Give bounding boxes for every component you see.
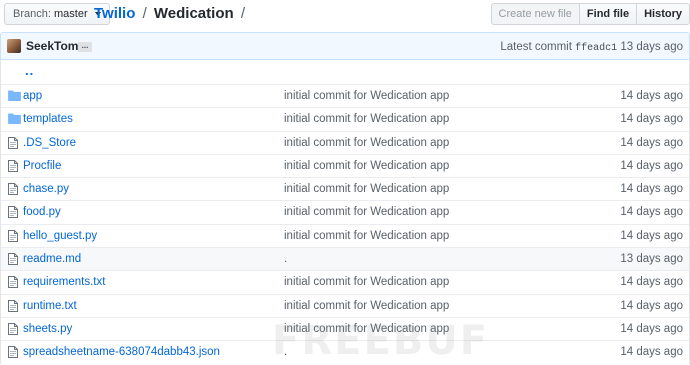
- file-age: 14 days ago: [620, 183, 683, 196]
- file-name-link[interactable]: food.py: [23, 205, 61, 219]
- file-icon: [8, 299, 20, 312]
- folder-icon: [8, 90, 21, 102]
- commit-tease: SeekTom . ... Latest commit ffeadc1 13 d…: [0, 32, 690, 60]
- breadcrumb: Twilio / Wedication /: [94, 4, 248, 24]
- breadcrumb-current-dir: Wedication: [153, 5, 234, 22]
- file-icon: [8, 346, 20, 359]
- file-row[interactable]: sheets.py initial commit for Wedication a…: [1, 316, 689, 340]
- file-age: 14 days ago: [620, 229, 683, 242]
- commit-message-link[interactable]: initial commit for Wedication app: [284, 299, 449, 313]
- file-name-link[interactable]: requirements.txt: [23, 275, 105, 289]
- file-age: 14 days ago: [620, 113, 683, 126]
- file-name-link[interactable]: templates: [23, 112, 73, 126]
- parent-directory-link[interactable]: ..: [25, 63, 34, 78]
- file-age: 14 days ago: [620, 276, 683, 289]
- file-name-link[interactable]: chase.py: [23, 182, 69, 196]
- create-new-file-button[interactable]: Create new file: [490, 3, 580, 25]
- branch-name: master: [53, 8, 88, 20]
- breadcrumb-trailing-separator: /: [240, 5, 245, 22]
- file-row[interactable]: hello_guest.py initial commit for Wedicat…: [1, 223, 689, 247]
- file-age: 14 days ago: [620, 299, 683, 312]
- file-name-link[interactable]: app: [23, 89, 42, 103]
- file-icon: [8, 253, 20, 266]
- file-age: 13 days ago: [620, 253, 683, 266]
- file-icon: [8, 183, 20, 196]
- file-icon: [8, 136, 20, 149]
- file-row[interactable]: Procfile initial commit for Wedication ap…: [1, 153, 689, 177]
- commit-message-link[interactable]: initial commit for Wedication app: [284, 205, 449, 219]
- file-name-link[interactable]: .DS_Store: [23, 136, 76, 150]
- file-age: 14 days ago: [620, 90, 683, 102]
- file-name-link[interactable]: readme.md: [23, 252, 81, 266]
- latest-commit-label: Latest commit: [500, 41, 572, 53]
- file-name-link[interactable]: Procfile: [23, 159, 61, 173]
- file-row[interactable]: .DS_Store initial commit for Wedication a…: [1, 130, 689, 154]
- avatar[interactable]: [7, 39, 21, 53]
- file-age: 14 days ago: [620, 159, 683, 172]
- breadcrumb-repo-link[interactable]: Twilio: [94, 5, 135, 22]
- file-row[interactable]: app initial commit for Wedication app 14 d…: [1, 84, 689, 107]
- file-navigation: Branch: master Twilio / Wedication / Cre…: [0, 0, 690, 28]
- commit-message-link[interactable]: initial commit for Wedication app: [284, 322, 449, 336]
- file-row[interactable]: runtime.txt initial commit for Wedication…: [1, 293, 689, 317]
- find-file-button[interactable]: Find file: [578, 3, 638, 25]
- file-table: .. app initial commit for Wedication app 1…: [0, 60, 690, 364]
- file-age: 14 days ago: [620, 322, 683, 335]
- commit-message-link[interactable]: initial commit for Wedication app: [284, 112, 449, 126]
- commit-expand-button[interactable]: ...: [78, 42, 92, 52]
- commit-message-link[interactable]: .: [284, 345, 287, 359]
- file-row[interactable]: chase.py initial commit for Wedication ap…: [1, 177, 689, 200]
- commit-message-link[interactable]: .: [284, 252, 287, 266]
- file-age: 14 days ago: [620, 136, 683, 149]
- file-icon: [8, 206, 20, 219]
- commit-message-link[interactable]: initial commit for Wedication app: [284, 275, 449, 289]
- parent-directory-row[interactable]: ..: [1, 60, 689, 84]
- latest-commit: Latest commit ffeadc1 13 days ago: [500, 40, 683, 56]
- file-name-link[interactable]: spreadsheetname-638074dabb43.json: [23, 345, 220, 359]
- file-name-link[interactable]: runtime.txt: [23, 299, 77, 313]
- history-button[interactable]: History: [636, 3, 690, 25]
- commit-age: 13 days ago: [620, 41, 683, 53]
- file-age: 14 days ago: [620, 206, 683, 219]
- commit-message-link[interactable]: initial commit for Wedication app: [284, 182, 449, 196]
- file-icon: [8, 229, 20, 242]
- commit-message-link[interactable]: initial commit for Wedication app: [284, 159, 449, 173]
- commit-author-link[interactable]: SeekTom .: [26, 39, 85, 54]
- file-name-link[interactable]: sheets.py: [23, 322, 72, 336]
- folder-icon: [8, 113, 21, 125]
- commit-sha-link[interactable]: ffeadc1: [575, 43, 617, 54]
- file-row[interactable]: templates initial commit for Wedication a…: [1, 107, 689, 130]
- file-icon: [8, 159, 20, 172]
- file-row[interactable]: readme.md. 13 days ago: [1, 247, 689, 271]
- file-row[interactable]: spreadsheetname-638074dabb43.json. 14 day…: [1, 340, 689, 363]
- commit-message-link[interactable]: initial commit for Wedication app: [284, 229, 449, 243]
- file-row[interactable]: requirements.txt initial commit for Wedic…: [1, 270, 689, 293]
- file-row[interactable]: food.py initial commit for Wedication app…: [1, 200, 689, 223]
- commit-message-link[interactable]: initial commit for Wedication app: [284, 136, 449, 150]
- file-icon: [8, 276, 20, 289]
- branch-label: Branch:: [13, 8, 51, 20]
- file-name-link[interactable]: hello_guest.py: [23, 229, 97, 243]
- file-age: 14 days ago: [620, 346, 683, 359]
- file-actions: Create new file Find file History: [490, 3, 690, 25]
- breadcrumb-separator: /: [142, 5, 147, 22]
- file-icon: [8, 322, 20, 335]
- commit-message-link[interactable]: initial commit for Wedication app: [284, 89, 449, 103]
